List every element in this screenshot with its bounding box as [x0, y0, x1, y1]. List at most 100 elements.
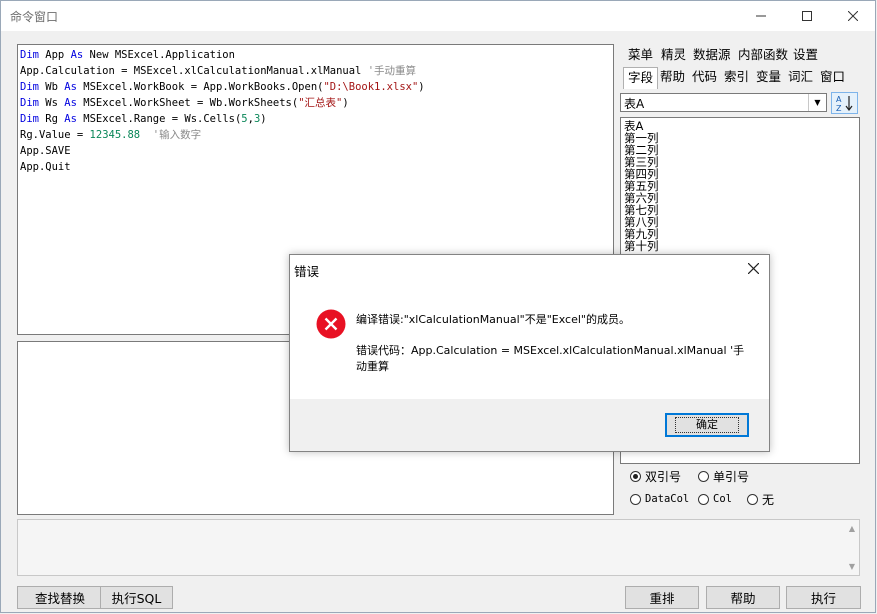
side-tab[interactable]: 词汇: [784, 67, 817, 87]
code-token: MSExcel.WorkSheet = Wb.WorkSheets(: [76, 97, 299, 109]
code-line: Dim Ws As MSExcel.WorkSheet = Wb.WorkShe…: [20, 95, 349, 111]
command-window: 命令窗口 Dim App As New MSExcel.Application A…: [0, 0, 876, 613]
minimize-button[interactable]: [738, 1, 784, 31]
code-token: Wb: [38, 81, 65, 93]
code-token: Dim: [20, 113, 39, 125]
code-token: ): [260, 113, 267, 125]
side-tab[interactable]: 帮助: [656, 67, 689, 87]
svg-text:Z: Z: [836, 104, 842, 112]
radio-double-quote[interactable]: [630, 470, 641, 482]
code-token: Rg.Value =: [20, 129, 90, 141]
code-line: Dim Wb As MSExcel.WorkBook = App.WorkBoo…: [20, 79, 425, 95]
ok-button-label: 确定: [675, 417, 739, 433]
code-token: Dim: [20, 49, 39, 61]
maximize-button[interactable]: [784, 1, 830, 31]
code-token: App: [38, 49, 71, 61]
find-replace-button[interactable]: 查找替换: [17, 586, 103, 609]
code-line: App.Calculation = MSExcel.xlCalculationM…: [20, 63, 416, 79]
code-token: As: [64, 97, 77, 109]
side-tab[interactable]: 数据源: [689, 45, 735, 65]
ok-button[interactable]: 确定: [665, 413, 749, 437]
side-tab[interactable]: 字段: [623, 67, 659, 89]
radio-label: 单引号: [713, 469, 750, 484]
dialog-error-code: 错误代码：App.Calculation = MSExcel.xlCalcula…: [356, 344, 745, 373]
code-token: New MSExcel.Application: [83, 49, 235, 61]
execute-button[interactable]: 执行: [786, 586, 861, 609]
side-tabs-row2: 字段 帮助 代码 索引 变量 词汇 窗口: [619, 67, 861, 89]
radio-datacol[interactable]: [630, 493, 641, 505]
code-token: MSExcel.WorkBook = App.WorkBooks.Open(: [76, 81, 324, 93]
code-token: Ws: [38, 97, 65, 109]
radio-label: 无: [762, 492, 775, 507]
dialog-title: 错误: [294, 264, 320, 279]
help-button[interactable]: 帮助: [706, 586, 780, 609]
close-button[interactable]: [830, 1, 876, 31]
code-token: Dim: [20, 81, 39, 93]
code-token: App.Quit: [20, 161, 71, 173]
field-item[interactable]: 第十列: [624, 240, 659, 252]
dialog-message: 编译错误:"xlCalculationManual"不是"Excel"的成员。: [356, 313, 630, 326]
code-token: Rg: [38, 113, 65, 125]
code-token: App.SAVE: [20, 145, 71, 157]
side-tab[interactable]: 设置: [789, 45, 822, 65]
name-option-datacol[interactable]: DataCol: [630, 490, 689, 508]
side-tab[interactable]: 索引: [720, 67, 753, 87]
title-bar: 命令窗口: [1, 1, 875, 31]
side-tab[interactable]: 窗口: [816, 67, 849, 87]
status-area[interactable]: ▲ ▼: [17, 519, 860, 576]
code-token: ): [342, 97, 349, 109]
code-line: App.SAVE: [20, 143, 71, 159]
radio-single-quote[interactable]: [698, 470, 709, 482]
code-token: '手动重算: [367, 65, 417, 77]
radio-col[interactable]: [698, 493, 709, 505]
radio-none[interactable]: [747, 493, 758, 505]
name-option-none[interactable]: 无: [747, 490, 774, 508]
code-token: "D:\Book1.xlsx": [323, 81, 419, 93]
code-line: Rg.Value = 12345.88 '输入数字: [20, 127, 201, 143]
code-token: App.Calculation = MSExcel.xlCalculationM…: [20, 65, 368, 77]
code-line: Dim Rg As MSExcel.Range = Ws.Cells(5,3): [20, 111, 267, 127]
dialog-close-button[interactable]: [743, 258, 763, 278]
radio-label: Col: [713, 493, 732, 505]
code-token: '输入数字: [152, 129, 202, 141]
sort-az-button[interactable]: A Z: [831, 92, 858, 114]
side-tab[interactable]: 精灵: [657, 45, 690, 65]
chevron-down-icon[interactable]: ▼: [808, 94, 826, 111]
error-icon: [316, 309, 346, 339]
code-token: MSExcel.Range = Ws.Cells(: [76, 113, 242, 125]
window-title: 命令窗口: [10, 10, 59, 24]
side-tab[interactable]: 变量: [752, 67, 785, 87]
scroll-down-icon[interactable]: ▼: [849, 562, 855, 571]
code-token: ): [418, 81, 425, 93]
radio-label: 双引号: [645, 469, 682, 484]
radio-label: DataCol: [645, 493, 690, 505]
code-token: "汇总表": [298, 97, 343, 109]
quote-option-double[interactable]: 双引号: [630, 467, 681, 485]
code-line: App.Quit: [20, 159, 71, 175]
code-token: Dim: [20, 97, 39, 109]
quote-option-single[interactable]: 单引号: [698, 467, 749, 485]
rearrange-button[interactable]: 重排: [625, 586, 699, 609]
code-line: Dim App As New MSExcel.Application: [20, 47, 235, 63]
side-tab[interactable]: 菜单: [624, 45, 657, 65]
table-select[interactable]: 表A ▼: [620, 93, 827, 112]
maximize-icon: [802, 11, 812, 21]
side-tabs-row1: 菜单 精灵 数据源 内部函数 设置: [619, 45, 861, 65]
code-token: As: [64, 81, 77, 93]
side-tab[interactable]: 内部函数: [734, 45, 792, 65]
close-icon: [848, 11, 858, 21]
side-tab[interactable]: 代码: [688, 67, 721, 87]
code-token: 12345.88: [89, 129, 141, 141]
scroll-up-icon[interactable]: ▲: [849, 524, 855, 533]
table-select-value: 表A: [624, 97, 645, 111]
run-sql-button[interactable]: 执行SQL: [100, 586, 173, 609]
sort-az-icon: A Z: [836, 95, 852, 112]
svg-text:A: A: [836, 95, 842, 104]
close-icon: [747, 262, 759, 274]
code-token: As: [70, 49, 84, 61]
error-dialog: 错误 编译错误:"xlCalculationManual"不是"Excel"的成…: [289, 254, 770, 452]
name-option-col[interactable]: Col: [698, 490, 732, 508]
minimize-icon: [756, 15, 766, 17]
code-token: As: [64, 113, 77, 125]
